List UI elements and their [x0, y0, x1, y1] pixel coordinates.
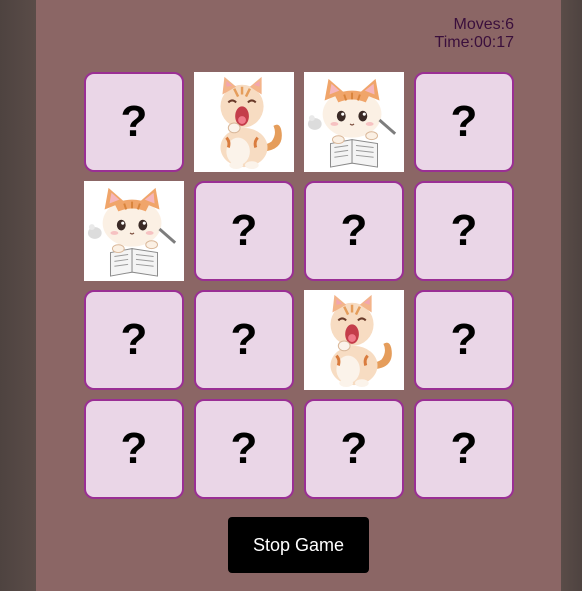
card-3[interactable] — [304, 72, 404, 172]
card-13[interactable]: ? — [84, 399, 184, 499]
card-question-mark: ? — [450, 315, 478, 364]
yawning-kitten-image — [195, 73, 293, 171]
game-panel: Moves:6 Time:00:17 ???????????? Stop Gam… — [36, 0, 561, 591]
studying-kitten-image — [85, 182, 183, 280]
card-1[interactable]: ? — [84, 72, 184, 172]
card-question-mark: ? — [340, 206, 368, 255]
card-2[interactable] — [194, 72, 294, 172]
card-16[interactable]: ? — [414, 399, 514, 499]
yawning-kitten-image — [305, 291, 403, 389]
stats-display: Moves:6 Time:00:17 — [435, 16, 514, 52]
card-question-mark: ? — [120, 315, 148, 364]
left-backdrop — [0, 0, 36, 591]
card-9[interactable]: ? — [84, 290, 184, 390]
card-question-mark: ? — [230, 424, 258, 473]
card-15[interactable]: ? — [304, 399, 404, 499]
card-6[interactable]: ? — [194, 181, 294, 281]
card-question-mark: ? — [120, 424, 148, 473]
stop-game-button[interactable]: Stop Game — [228, 517, 369, 573]
card-5[interactable] — [84, 181, 184, 281]
card-grid: ???????????? — [84, 72, 514, 499]
card-12[interactable]: ? — [414, 290, 514, 390]
card-question-mark: ? — [230, 206, 258, 255]
card-8[interactable]: ? — [414, 181, 514, 281]
card-7[interactable]: ? — [304, 181, 404, 281]
card-question-mark: ? — [450, 97, 478, 146]
card-14[interactable]: ? — [194, 399, 294, 499]
card-question-mark: ? — [120, 97, 148, 146]
card-10[interactable]: ? — [194, 290, 294, 390]
card-question-mark: ? — [340, 424, 368, 473]
studying-kitten-image — [305, 73, 403, 171]
card-4[interactable]: ? — [414, 72, 514, 172]
card-question-mark: ? — [450, 206, 478, 255]
card-question-mark: ? — [450, 424, 478, 473]
right-backdrop — [561, 0, 582, 591]
timer: Time:00:17 — [434, 34, 514, 51]
card-question-mark: ? — [230, 315, 258, 364]
moves-counter: Moves:6 — [453, 16, 514, 33]
card-11[interactable] — [304, 290, 404, 390]
